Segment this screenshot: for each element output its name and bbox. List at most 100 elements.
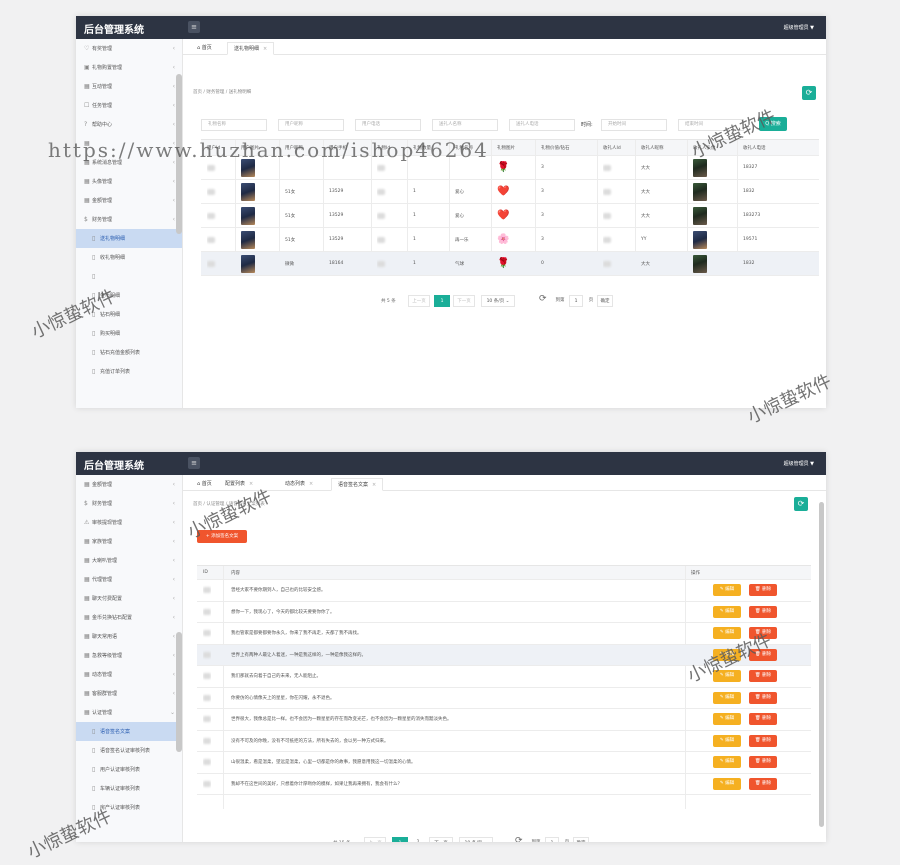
sidebar-item[interactable]: ▯ 钻石明细 (76, 305, 182, 324)
refresh-icon[interactable]: ⟳ (794, 497, 808, 511)
sidebar-item[interactable]: ▯ 收礼物明细 (76, 248, 182, 267)
table-row[interactable]: 想你一下，我现心了，今天的都比较天要要你你了。 ✎ 编辑 🗑 删除 (197, 602, 811, 623)
sidebar-item[interactable]: ? 帮助中心 ‹ (76, 115, 182, 134)
delete-button[interactable]: 🗑 删除 (749, 691, 777, 704)
sidebar-item[interactable]: ▣ 礼物购置管理 ‹ (76, 58, 182, 77)
sidebar-item[interactable]: ▦ 代理管理 ‹ (76, 570, 182, 589)
edit-button[interactable]: ✎ 编辑 (713, 756, 741, 768)
edit-button[interactable]: ✎ 编辑 (713, 713, 741, 725)
add-sign-text-button[interactable]: + 添加签名文案 (197, 530, 247, 543)
table-row[interactable]: 51女 13529 1 爱心 ❤️ 3 大大 1832 (201, 180, 819, 204)
close-icon[interactable]: × (309, 481, 313, 487)
prev-page-button[interactable]: 上一页 (364, 837, 386, 842)
edit-button[interactable]: ✎ 编辑 (713, 691, 741, 704)
sidebar-item[interactable]: ▯ 金币明细 (76, 286, 182, 305)
sidebar-item[interactable]: ▯ 语音签名文案 (76, 722, 182, 741)
sidebar-item[interactable]: ▦ 急救等级管理 ‹ (76, 646, 182, 665)
page-2-button[interactable]: 2 (411, 837, 425, 842)
sidebar-item[interactable]: ▦ 互动管理 ‹ (76, 77, 182, 96)
delete-button[interactable]: 🗑 删除 (749, 734, 777, 747)
next-page-button[interactable]: 下一页 (429, 837, 453, 842)
next-page-button[interactable]: 下一页 (453, 295, 475, 307)
table-row[interactable]: 世界上有两种人最让人着迷，一种是我这样的，一种是像我这样的。 ✎ 编辑 🗑 删除 (197, 644, 811, 666)
sidebar-item[interactable]: ▦ 聊天付费配置 ‹ (76, 589, 182, 608)
tab-gift-send[interactable]: 送礼物明细 × (227, 42, 275, 55)
sidebar-item[interactable]: ▦ 动态管理 ‹ (76, 665, 182, 684)
tab-voice-sign[interactable]: 语音签名文案 × (331, 478, 384, 491)
end-time-input[interactable]: 结束时间 (678, 119, 744, 131)
page-size-select[interactable]: 10 条/页 ⌄ (459, 837, 493, 842)
refresh-icon[interactable]: ⟳ (539, 294, 547, 304)
table-row[interactable]: 我却不在这世间的美好，只想着你计厚吻你的模样，如果让我再来拥有，我会有什么？ ✎ … (197, 774, 811, 795)
page-1-button[interactable]: 1 (434, 295, 450, 307)
delete-button[interactable]: 🗑 删除 (749, 756, 777, 768)
delete-button[interactable]: 🗑 删除 (749, 605, 777, 618)
search-button[interactable]: Q 搜索 (759, 117, 787, 131)
table-row[interactable]: 我也管家是都要都要你永久，你来了我不再走，天都了我不再找。 ✎ 编辑 🗑 删除 (197, 623, 811, 645)
close-icon[interactable]: × (372, 482, 376, 488)
sidebar-item[interactable]: ▦ 金币兑换钻石配置 ‹ (76, 608, 182, 627)
table-row[interactable]: 你要仿的心情像天上的星星，你在闪耀，永不退色。 ✎ 编辑 🗑 删除 (197, 688, 811, 709)
filter-user-nick[interactable]: 用户昵称 (278, 119, 344, 131)
goto-page-input[interactable]: 1 (545, 837, 559, 842)
tab-config-list[interactable]: 配置列表 × (219, 478, 259, 491)
table-row[interactable]: 山很温柔，看是温柔，望远是温柔，心里一切都是你的故事，我愿意用我这一切温柔的心情… (197, 752, 811, 774)
close-icon[interactable]: × (263, 46, 267, 52)
delete-button[interactable]: 🗑 删除 (749, 627, 777, 639)
delete-button[interactable]: 🗑 删除 (749, 670, 777, 682)
tab-home[interactable]: ⌂ 首页 (191, 42, 218, 55)
admin-menu[interactable]: 超级管理员 ▼ (784, 24, 814, 31)
sidebar-item[interactable]: ▯ 房产认证审核列表 (76, 798, 182, 817)
table-row[interactable]: 没有不可及的你晚，没有不可抵拒的方法，所有失去的，会以另一种方式归来。 ✎ 编辑 🗑… (197, 731, 811, 752)
menu-toggle-icon[interactable]: ≡ (188, 457, 200, 469)
sidebar-item[interactable]: ☐ 任务管理 ‹ (76, 96, 182, 115)
page-size-select[interactable]: 10 条/页 ⌄ (481, 295, 515, 307)
goto-confirm-button[interactable]: 确定 (573, 837, 589, 842)
sidebar-item[interactable]: ▦ 聊天常用语 ‹ (76, 627, 182, 646)
edit-button[interactable]: ✎ 编辑 (713, 670, 741, 682)
tab-dynamic-list[interactable]: 动态列表 × (279, 478, 319, 491)
table-row[interactable]: 微微 18164 1 气球 🌹 0 大大 1832 (201, 252, 819, 276)
sidebar-item[interactable]: ▯ 语音签名认证审核列表 (76, 741, 182, 760)
edit-button[interactable]: ✎ 编辑 (713, 605, 741, 618)
sidebar-item[interactable]: ▯ 充值订单列表 (76, 362, 182, 381)
sidebar-item[interactable]: ▦ 认证管理 ⌄ (76, 703, 182, 722)
sidebar-item[interactable]: $ 财务管理 ‹ (76, 210, 182, 229)
sidebar-item[interactable]: ▦ 金额管理 ‹ (76, 475, 182, 494)
tab-home[interactable]: ⌂ 首页 (191, 478, 218, 491)
page-1-button[interactable]: 1 (392, 837, 408, 842)
delete-button[interactable]: 🗑 删除 (749, 777, 777, 790)
sidebar-item[interactable]: ▯ 购买明细 (76, 324, 182, 343)
table-row[interactable]: 51女 13529 1 爱心 ❤️ 3 大大 183273 (201, 204, 819, 228)
delete-button[interactable]: 🗑 删除 (749, 584, 777, 596)
sidebar-item[interactable]: ⚠ 审核提现管理 ‹ (76, 513, 182, 532)
table-row[interactable]: 51女 13529 1 再一乐 🌸 3 YY 19571 (201, 228, 819, 252)
menu-toggle-icon[interactable]: ≡ (188, 21, 200, 33)
edit-button[interactable]: ✎ 编辑 (713, 584, 741, 596)
sidebar-item[interactable]: ▦ 头像管理 ‹ (76, 172, 182, 191)
sidebar-item[interactable]: ▯ 车辆认证审核列表 (76, 779, 182, 798)
sidebar-item[interactable]: ▦ 大喇叭管理 ‹ (76, 551, 182, 570)
sidebar-item[interactable]: ▦ 家族管理 ‹ (76, 532, 182, 551)
filter-gift-name[interactable]: 礼物名称 (201, 119, 267, 131)
close-icon[interactable]: × (249, 481, 253, 487)
edit-button[interactable]: ✎ 编辑 (713, 734, 741, 747)
sidebar-item[interactable]: ♡ 有奖管理 ‹ (76, 39, 182, 58)
edit-button[interactable]: ✎ 编辑 (713, 627, 741, 639)
table-row[interactable]: 曾经大家不要你期到人，自己也的比较安全感。 ✎ 编辑 🗑 删除 (197, 580, 811, 602)
sidebar-item[interactable]: $ 财务管理 ‹ (76, 494, 182, 513)
delete-button[interactable]: 🗑 删除 (749, 648, 777, 661)
sidebar-item[interactable]: ▯ 钻石充值金额列表 (76, 343, 182, 362)
refresh-icon[interactable]: ⟳ (515, 836, 523, 842)
table-row[interactable]: 世界很大，我像总是比一样。也不会因为一颗星星的存在而改变光芒，也不会因为一颗星星… (197, 709, 811, 731)
edit-button[interactable]: ✎ 编辑 (713, 648, 741, 661)
prev-page-button[interactable]: 上一页 (408, 295, 430, 307)
goto-confirm-button[interactable]: 确定 (597, 295, 613, 307)
delete-button[interactable]: 🗑 删除 (749, 713, 777, 725)
sidebar-item[interactable]: ▯ 用户认证审核列表 (76, 760, 182, 779)
sidebar-scrollbar[interactable] (176, 632, 182, 752)
goto-page-input[interactable]: 1 (569, 295, 583, 307)
edit-button[interactable]: ✎ 编辑 (713, 777, 741, 790)
sidebar-item[interactable]: ▯ 送礼物明细 (76, 229, 182, 248)
filter-sender-phone[interactable]: 送礼人电话 (509, 119, 575, 131)
